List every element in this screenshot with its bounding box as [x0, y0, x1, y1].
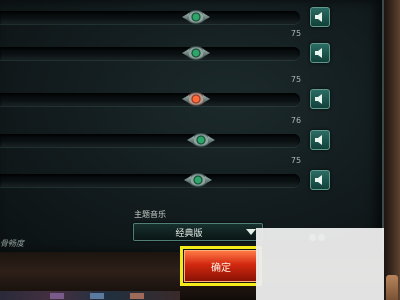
mute-button[interactable]	[310, 130, 330, 150]
slider-knob[interactable]	[182, 89, 210, 109]
volume-slider-3[interactable]: 75	[0, 75, 382, 111]
frame-ornament	[386, 275, 398, 300]
mute-button[interactable]	[310, 7, 330, 27]
theme-music-value: 经典版	[175, 229, 203, 239]
watermark-blur	[256, 228, 384, 300]
slider-track[interactable]	[0, 134, 300, 147]
slider-track[interactable]	[0, 174, 300, 187]
slider-track[interactable]	[0, 11, 300, 24]
theme-music-dropdown[interactable]: 经典版	[133, 223, 263, 241]
speaker-icon	[315, 48, 322, 58]
slider-knob[interactable]	[182, 7, 210, 27]
bottom-toolbar-strip	[0, 291, 180, 300]
confirm-label: 确定	[211, 262, 231, 274]
speaker-icon	[315, 12, 322, 22]
slider-track[interactable]	[0, 93, 300, 106]
theme-music-label: 主题音乐	[134, 210, 166, 219]
speaker-icon	[315, 135, 322, 145]
speaker-icon	[315, 175, 322, 185]
slider-track[interactable]	[0, 47, 300, 60]
speaker-icon	[315, 94, 322, 104]
mute-button[interactable]	[310, 43, 330, 63]
slider-knob[interactable]	[187, 130, 215, 150]
mute-button[interactable]	[310, 170, 330, 190]
partial-label: 骨畅度	[0, 239, 24, 248]
slider-value: 75	[290, 29, 302, 38]
volume-slider-4[interactable]: 76	[0, 116, 382, 152]
slider-value: 75	[290, 75, 302, 84]
slider-value: 75	[284, 0, 308, 2]
chevron-down-icon[interactable]	[246, 229, 256, 235]
slider-value: 76	[290, 116, 302, 125]
slider-value: 75	[290, 156, 302, 165]
volume-slider-5[interactable]: 75	[0, 156, 382, 192]
settings-panel: 75 75 75 76	[0, 0, 384, 252]
mute-button[interactable]	[310, 89, 330, 109]
volume-slider-1[interactable]: 75	[0, 0, 382, 29]
slider-knob[interactable]	[184, 170, 212, 190]
slider-knob[interactable]	[182, 43, 210, 63]
confirm-button[interactable]: 确定	[184, 250, 258, 282]
window-frame	[384, 0, 400, 300]
volume-slider-2[interactable]: 75	[0, 29, 382, 65]
